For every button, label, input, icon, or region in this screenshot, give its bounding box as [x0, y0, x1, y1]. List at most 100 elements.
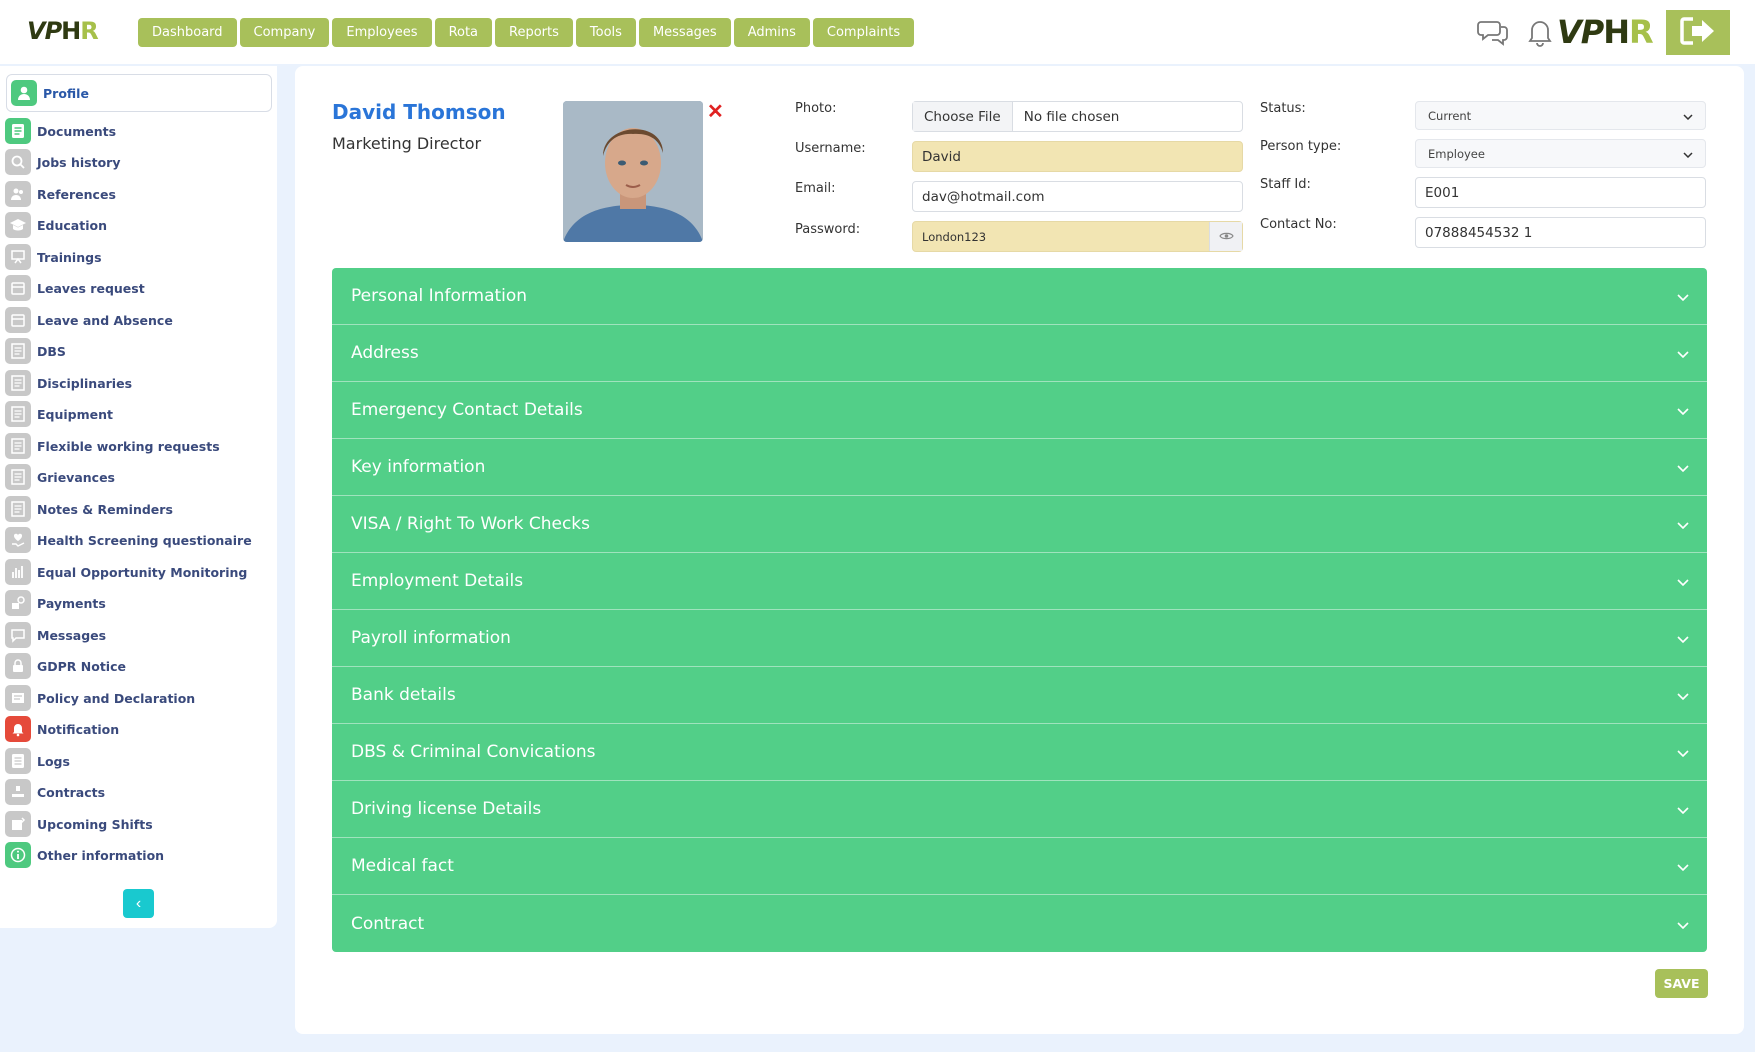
- sidebar-item-references[interactable]: References: [5, 179, 270, 209]
- sidebar-item-label: Contracts: [37, 784, 106, 800]
- section-payroll-information[interactable]: Payroll information: [332, 610, 1707, 667]
- employee-role: Marketing Director: [332, 134, 482, 153]
- sidebar-item-grievances[interactable]: Grievances: [5, 462, 270, 492]
- sidebar-item-notification[interactable]: Notification: [5, 714, 270, 744]
- doc-icon: [5, 496, 31, 522]
- user-icon: [11, 80, 37, 106]
- nav-admins[interactable]: Admins: [733, 18, 810, 47]
- sidebar-item-education[interactable]: Education: [5, 210, 270, 240]
- section-title: Personal Information: [351, 286, 528, 306]
- sidebar-item-profile[interactable]: Profile: [6, 74, 272, 112]
- sidebar-item-leave-and-absence[interactable]: Leave and Absence: [5, 305, 270, 335]
- chevron-down-icon: [1677, 799, 1689, 819]
- nav-messages[interactable]: Messages: [638, 18, 731, 47]
- search-icon: [5, 149, 31, 175]
- section-dbs-criminal[interactable]: DBS & Criminal Convications: [332, 724, 1707, 781]
- photo-file-input[interactable]: Choose File No file chosen: [912, 101, 1243, 132]
- password-input[interactable]: London123: [912, 221, 1243, 252]
- logo-r: R: [80, 17, 99, 45]
- section-personal-information[interactable]: Personal Information: [332, 268, 1707, 325]
- contact-input[interactable]: 07888454532 1: [1415, 217, 1706, 248]
- section-visa-right-to-work[interactable]: VISA / Right To Work Checks: [332, 496, 1707, 553]
- doc-icon: [5, 401, 31, 427]
- nav-complaints[interactable]: Complaints: [812, 18, 915, 47]
- section-driving-license[interactable]: Driving license Details: [332, 781, 1707, 838]
- logo-right-h: H: [1603, 13, 1630, 51]
- sidebar-item-health-screening[interactable]: Health Screening questionaire: [5, 525, 270, 555]
- chevron-down-icon: [1677, 628, 1689, 648]
- collapse-sidebar-button[interactable]: ‹: [123, 889, 154, 918]
- sidebar-item-trainings[interactable]: Trainings: [5, 242, 270, 272]
- person-type-select[interactable]: Employee: [1415, 139, 1706, 168]
- chevron-down-icon: [1677, 742, 1689, 762]
- sidebar-item-label: Messages: [37, 627, 107, 643]
- sidebar-item-policy[interactable]: Policy and Declaration: [5, 683, 270, 713]
- section-emergency-contact[interactable]: Emergency Contact Details: [332, 382, 1707, 439]
- sidebar-item-equipment[interactable]: Equipment: [5, 399, 270, 429]
- save-button[interactable]: SAVE: [1655, 969, 1708, 998]
- section-bank-details[interactable]: Bank details: [332, 667, 1707, 724]
- sidebar: Profile Documents Jobs history Reference…: [0, 66, 277, 928]
- sidebar-item-messages[interactable]: Messages: [5, 620, 270, 650]
- doc-icon: [5, 370, 31, 396]
- nav-reports[interactable]: Reports: [495, 18, 573, 47]
- sidebar-item-documents[interactable]: Documents: [5, 116, 270, 146]
- sidebar-item-label: Health Screening questionaire: [37, 532, 252, 548]
- log-icon: [5, 748, 31, 774]
- chevron-down-icon: [1677, 400, 1689, 420]
- sidebar-item-other-information[interactable]: Other information: [5, 840, 270, 870]
- section-contract[interactable]: Contract: [332, 895, 1707, 952]
- sidebar-item-payments[interactable]: Payments: [5, 588, 270, 618]
- sidebar-item-label: Disciplinaries: [37, 375, 133, 391]
- logo-right-vp: VP: [1557, 13, 1604, 51]
- people-icon: [5, 181, 31, 207]
- nav-dashboard[interactable]: Dashboard: [138, 18, 237, 47]
- sidebar-item-equal-opportunity[interactable]: Equal Opportunity Monitoring: [5, 557, 270, 587]
- calendar-icon: [5, 307, 31, 333]
- username-input[interactable]: David: [912, 141, 1243, 172]
- nav-company[interactable]: Company: [239, 18, 330, 47]
- remove-photo-button[interactable]: ✕: [707, 99, 724, 124]
- section-title: Bank details: [351, 685, 456, 705]
- nav-tools[interactable]: Tools: [575, 18, 636, 47]
- status-select[interactable]: Current: [1415, 101, 1706, 130]
- sidebar-item-label: References: [37, 186, 116, 202]
- logout-icon: [1679, 16, 1717, 49]
- nav-employees[interactable]: Employees: [332, 18, 432, 47]
- choose-file-button[interactable]: Choose File: [913, 102, 1013, 131]
- sidebar-item-disciplinaries[interactable]: Disciplinaries: [5, 368, 270, 398]
- staff-id-input[interactable]: E001: [1415, 177, 1706, 208]
- sidebar-item-notes-reminders[interactable]: Notes & Reminders: [5, 494, 270, 524]
- chat-icon[interactable]: [1477, 16, 1509, 48]
- chart-icon: [5, 559, 31, 585]
- sidebar-item-logs[interactable]: Logs: [5, 746, 270, 776]
- section-address[interactable]: Address: [332, 325, 1707, 382]
- sidebar-item-dbs[interactable]: DBS: [5, 336, 270, 366]
- email-input[interactable]: dav@hotmail.com: [912, 181, 1243, 212]
- sidebar-item-upcoming-shifts[interactable]: Upcoming Shifts: [5, 809, 270, 839]
- show-password-button[interactable]: [1209, 222, 1242, 251]
- sidebar-item-leaves-request[interactable]: Leaves request: [5, 273, 270, 303]
- doc-icon: [5, 433, 31, 459]
- payment-icon: [5, 590, 31, 616]
- section-key-information[interactable]: Key information: [332, 439, 1707, 496]
- sidebar-item-label: Equipment: [37, 406, 113, 422]
- logo-right: VPHR: [1557, 13, 1654, 51]
- section-medical-fact[interactable]: Medical fact: [332, 838, 1707, 895]
- message-icon: [5, 622, 31, 648]
- sidebar-item-contracts[interactable]: Contracts: [5, 777, 270, 807]
- email-label: Email:: [795, 181, 836, 196]
- logo[interactable]: VPHR: [27, 17, 99, 45]
- chevron-down-icon: [1677, 856, 1689, 876]
- logout-button[interactable]: [1666, 10, 1730, 55]
- sidebar-item-jobs-history[interactable]: Jobs history: [5, 147, 270, 177]
- notification-icon: [5, 716, 31, 742]
- top-bar: VPHR Dashboard Company Employees Rota Re…: [0, 0, 1755, 64]
- section-employment-details[interactable]: Employment Details: [332, 553, 1707, 610]
- sidebar-item-gdpr[interactable]: GDPR Notice: [5, 651, 270, 681]
- contact-label: Contact No:: [1260, 217, 1337, 232]
- nav-rota[interactable]: Rota: [434, 18, 493, 47]
- sidebar-item-flexible-working[interactable]: Flexible working requests: [5, 431, 270, 461]
- bell-icon[interactable]: [1524, 16, 1556, 48]
- logo-h: H: [61, 17, 81, 45]
